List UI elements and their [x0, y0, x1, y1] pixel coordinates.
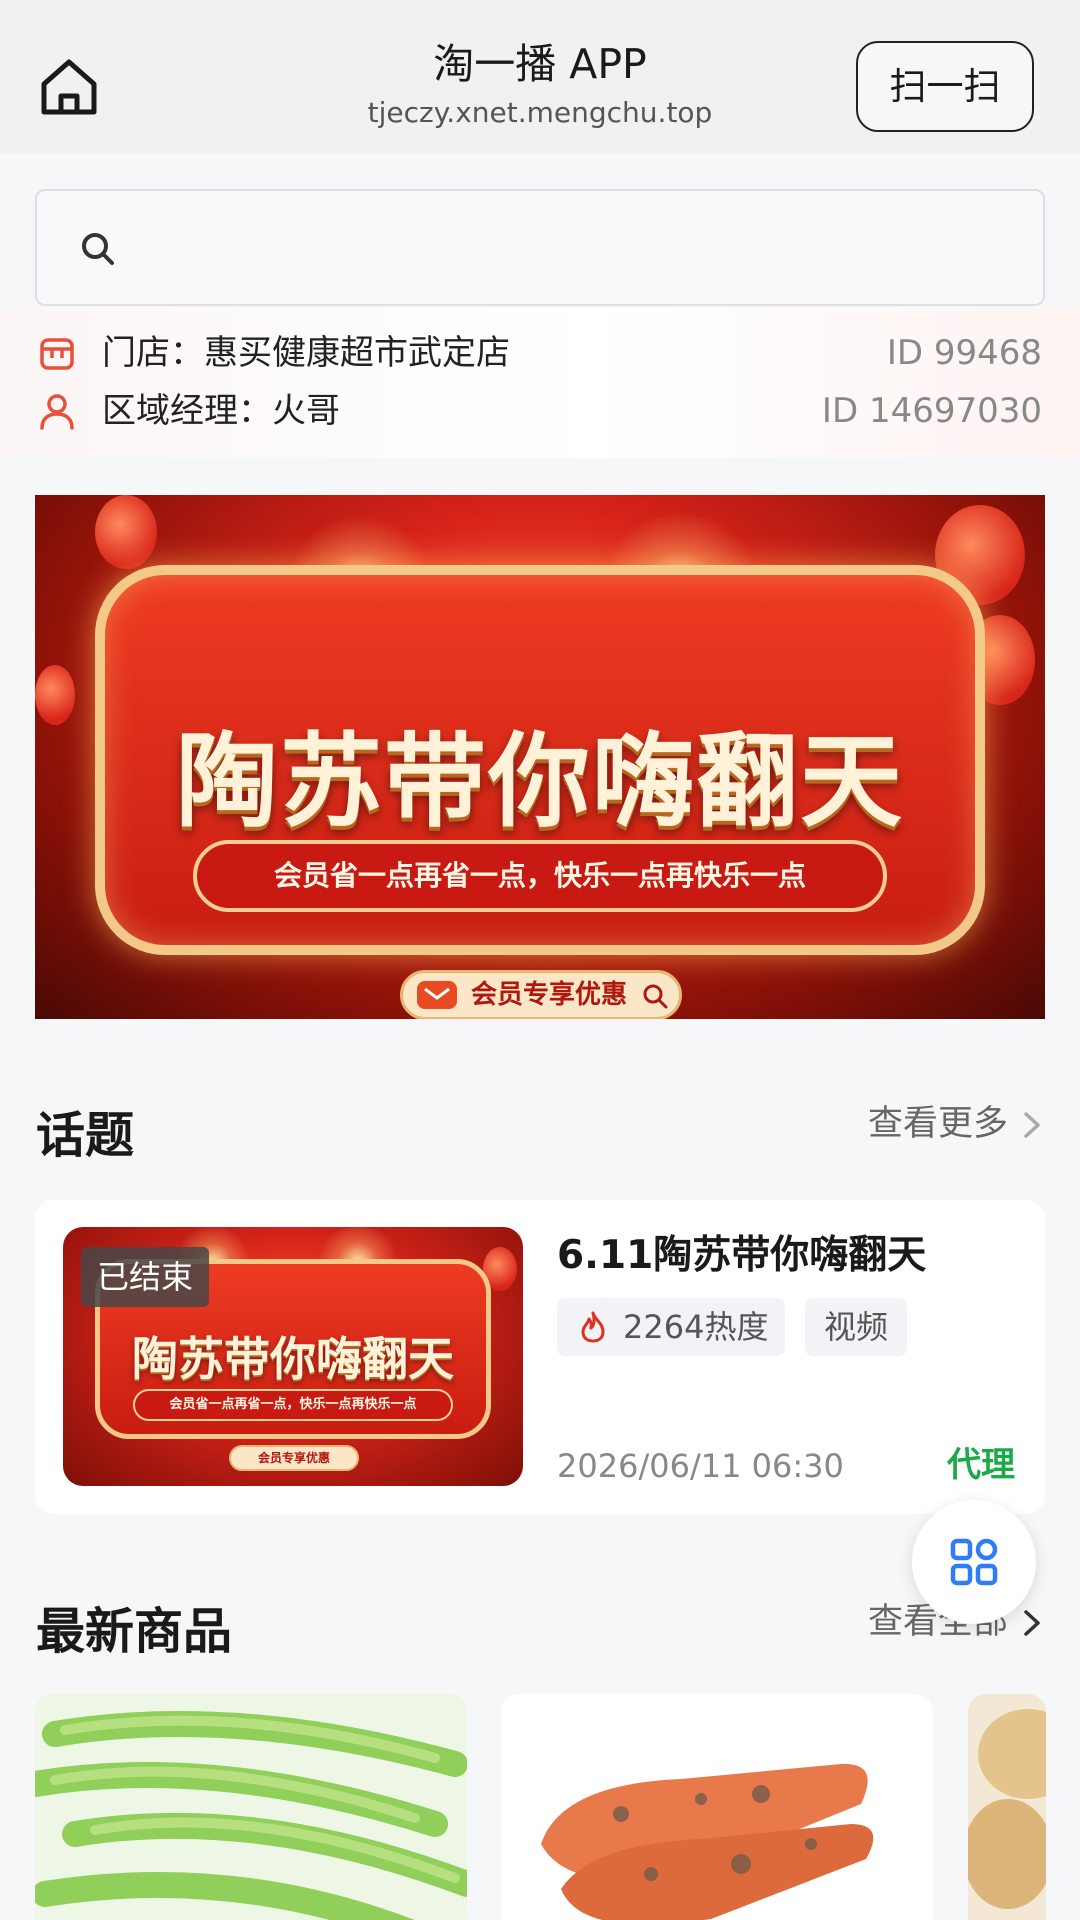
store-name: 门店：惠买健康超市武定店 — [102, 333, 510, 373]
green-beans-image — [35, 1694, 467, 1920]
search-icon — [643, 984, 668, 1009]
heat-tag: 2264热度 — [557, 1298, 785, 1356]
store-info-panel: 门店：惠买健康超市武定店 ID 99468 区域经理：火哥 ID 1469703… — [0, 308, 1080, 458]
search-input[interactable] — [137, 211, 1017, 287]
user-icon — [40, 394, 74, 430]
product-card-carrots[interactable] — [501, 1694, 933, 1920]
agent-link[interactable]: 代理 — [947, 1440, 1015, 1490]
shop-icon — [40, 338, 74, 370]
lantern-decoration — [95, 495, 157, 569]
search-icon — [82, 233, 114, 265]
menu-grid-button[interactable] — [912, 1500, 1036, 1624]
search-box[interactable] — [35, 189, 1045, 306]
store-id: ID 99468 — [886, 333, 1042, 373]
top-bar: 淘一播 APP tjeczy.xnet.mengchu.top 扫一扫 — [0, 0, 1080, 153]
topic-time: 2026/06/11 06:30 — [557, 1447, 844, 1485]
scan-button[interactable]: 扫一扫 — [856, 41, 1034, 132]
type-tag: 视频 — [805, 1298, 907, 1356]
products-title: 最新商品 — [36, 1603, 233, 1660]
chevron-right-icon — [1024, 1112, 1040, 1138]
banner-slogan: 会员省一点再省一点，快乐一点再快乐一点 — [193, 840, 887, 912]
topic-name: 6.11陶苏带你嗨翻天 — [557, 1233, 927, 1278]
carrots-image — [501, 1694, 933, 1920]
fire-icon — [581, 1311, 605, 1343]
topics-title: 话题 — [36, 1107, 135, 1164]
topic-card[interactable]: 陶苏带你嗨翻天 会员省一点再省一点，快乐一点再快乐一点 会员专享优惠 已结束 6… — [35, 1200, 1045, 1514]
heat-value: 2264热度 — [623, 1308, 769, 1346]
topics-more-link[interactable]: 查看更多 — [868, 1099, 1044, 1149]
member-offer-label: 会员专享优惠 — [471, 980, 628, 1010]
topics-more-label: 查看更多 — [867, 1104, 1008, 1144]
banner-title: 陶苏带你嗨翻天 — [176, 723, 904, 842]
app-page: 淘一播 APP tjeczy.xnet.mengchu.top 扫一扫 门店：惠… — [0, 0, 1080, 1920]
mail-icon — [417, 981, 457, 1009]
status-badge: 已结束 — [81, 1247, 210, 1307]
potatoes-image — [968, 1694, 1046, 1920]
store-row: 门店：惠买健康超市武定店 ID 99468 — [0, 324, 1080, 382]
manager-row: 区域经理：火哥 ID 14697030 — [0, 382, 1080, 440]
topic-thumbnail: 陶苏带你嗨翻天 会员省一点再省一点，快乐一点再快乐一点 会员专享优惠 已结束 — [63, 1227, 523, 1486]
thumbnail-slogan: 会员省一点再省一点，快乐一点再快乐一点 — [133, 1389, 453, 1421]
manager-name: 区域经理：火哥 — [102, 391, 340, 431]
promo-banner[interactable]: 陶苏带你嗨翻天 会员省一点再省一点，快乐一点再快乐一点 会员专享优惠 — [35, 495, 1045, 1019]
product-card-green-beans[interactable] — [35, 1694, 467, 1920]
thumbnail-title: 陶苏带你嗨翻天 — [132, 1332, 454, 1386]
product-card-potatoes[interactable] — [968, 1694, 1046, 1920]
thumbnail-cta: 会员专享优惠 — [229, 1445, 359, 1471]
chevron-right-icon — [1024, 1610, 1040, 1636]
member-offer-button[interactable]: 会员专享优惠 — [400, 970, 682, 1019]
manager-id: ID 14697030 — [821, 391, 1042, 431]
grid-icon — [950, 1538, 998, 1586]
